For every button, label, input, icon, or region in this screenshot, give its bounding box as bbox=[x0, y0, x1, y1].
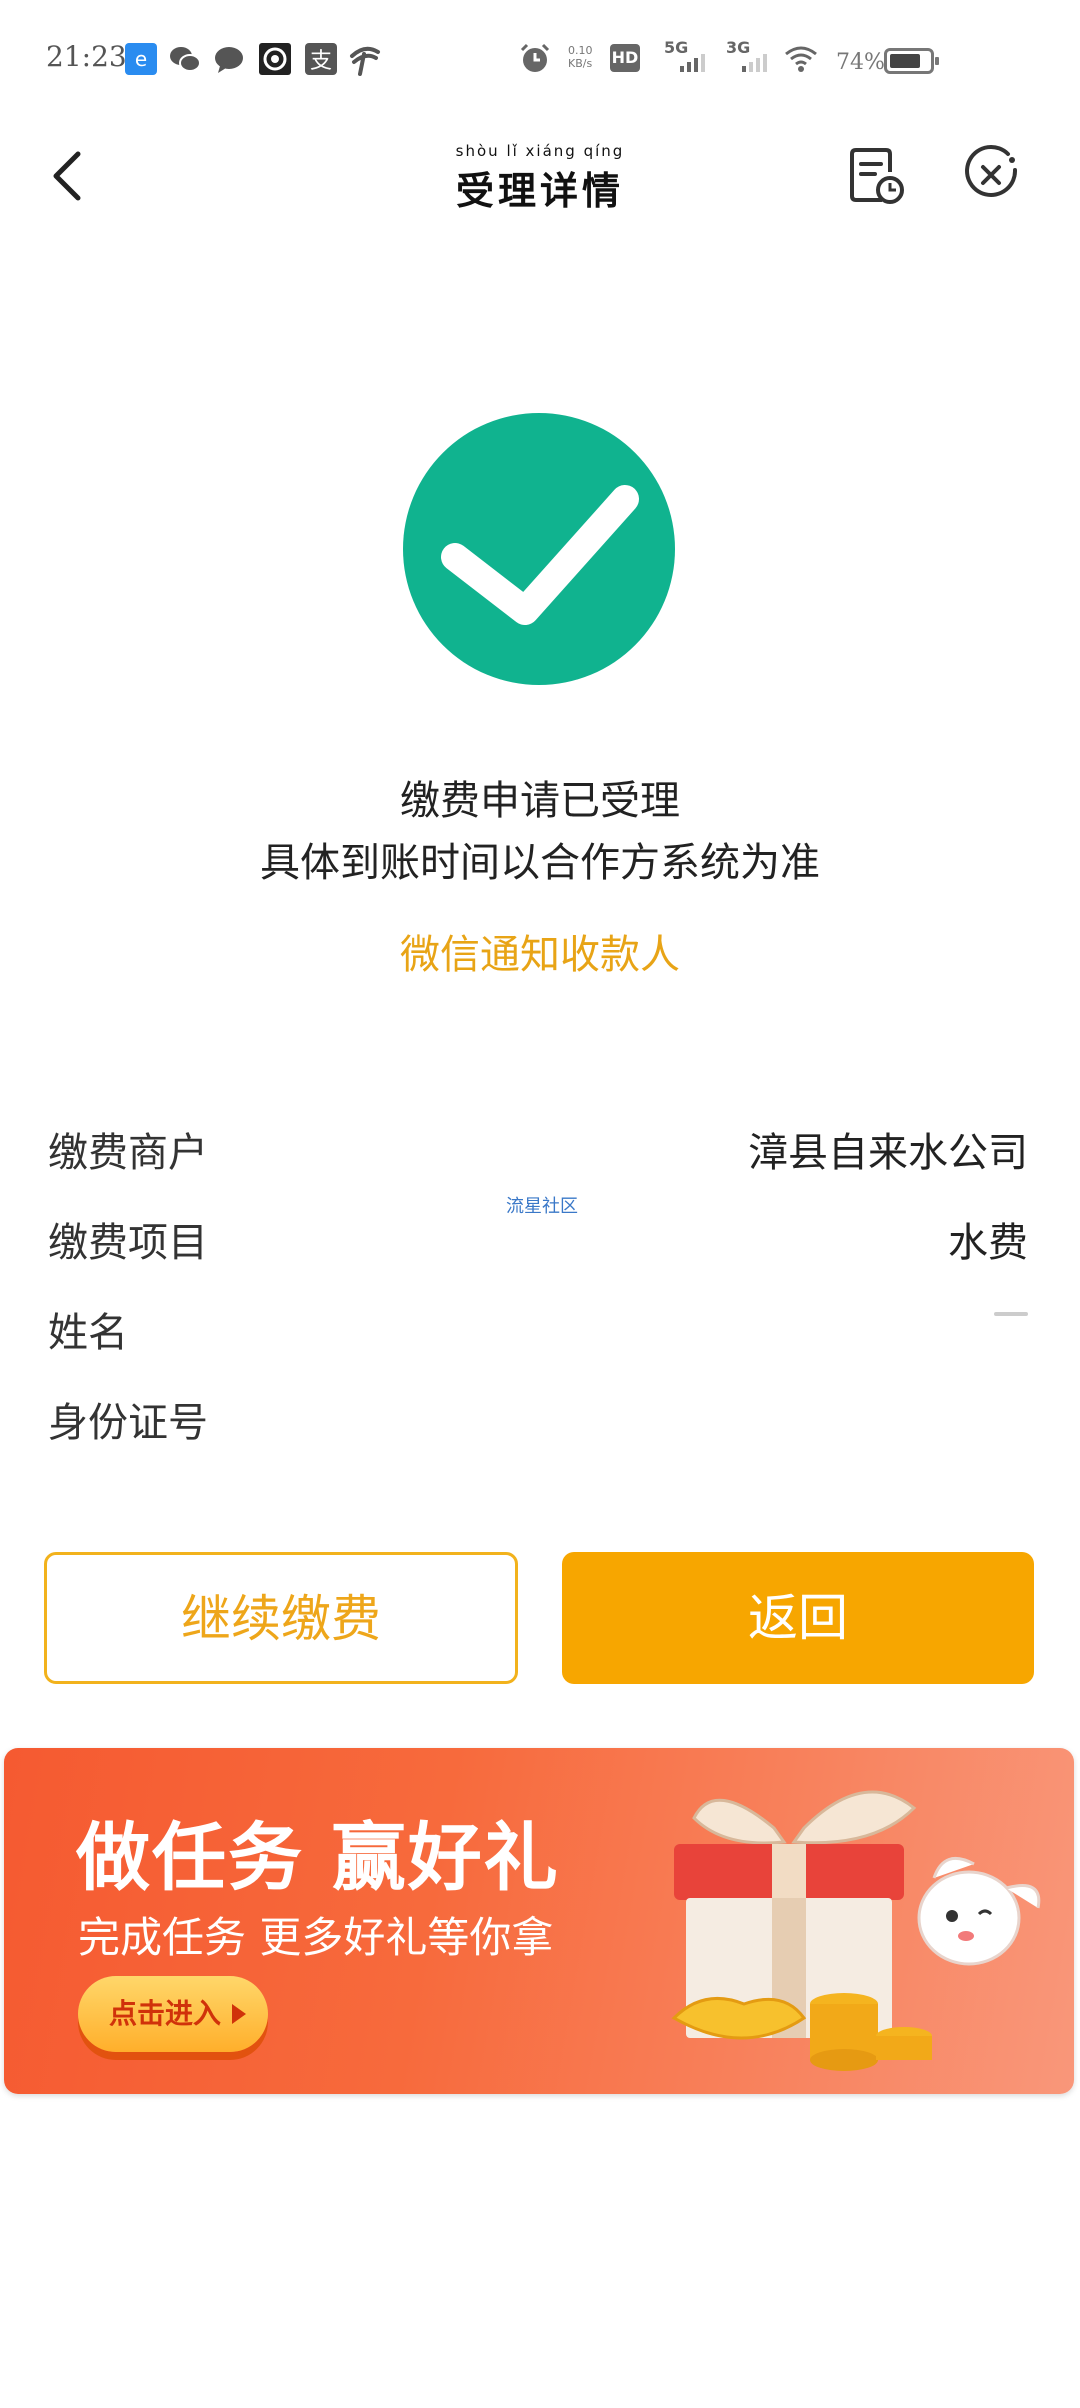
result-message: 缴费申请已受理 具体到账时间以合作方系统为准 bbox=[0, 770, 1080, 894]
detail-row-id: 身份证号 bbox=[48, 1380, 1028, 1470]
page-title-block: shòu lǐ xiáng qíng 受理详情 bbox=[0, 142, 1080, 215]
svg-text:e: e bbox=[135, 47, 147, 71]
hd-badge: HD bbox=[610, 44, 640, 72]
records-icon[interactable] bbox=[842, 140, 912, 210]
message-icon bbox=[215, 47, 243, 73]
detail-row-merchant: 缴费商户 漳县自来水公司 bbox=[48, 1110, 1028, 1200]
banner-title: 做任务 赢好礼 bbox=[76, 1815, 560, 1901]
app-e-icon: e bbox=[125, 43, 157, 75]
nav-bar: shòu lǐ xiáng qíng 受理详情 bbox=[0, 120, 1080, 230]
signal-5g-icon bbox=[680, 54, 705, 72]
notify-payee-link[interactable]: 微信通知收款人 bbox=[0, 922, 1080, 980]
continue-payment-button[interactable]: 继续缴费 bbox=[44, 1552, 518, 1684]
name-label: 姓名 bbox=[48, 1310, 128, 1356]
back-button[interactable]: 返回 bbox=[562, 1552, 1034, 1684]
merchant-value: 漳县自来水公司 bbox=[748, 1130, 1028, 1176]
result-line-2: 具体到账时间以合作方系统为准 bbox=[260, 840, 820, 886]
id-label: 身份证号 bbox=[48, 1400, 208, 1446]
net-speed: 0.10 KB/s bbox=[568, 44, 593, 70]
merchant-label: 缴费商户 bbox=[48, 1130, 208, 1176]
wifi-icon bbox=[785, 46, 817, 72]
payment-details: 缴费商户 漳县自来水公司 缴费项目 水费 姓名 身份证号 bbox=[48, 1110, 1028, 1470]
checkmark-icon bbox=[441, 485, 639, 625]
status-bar: 21:23 e 支 0.10 KB/s HD 5G 3G 74% bbox=[0, 0, 1080, 120]
item-label: 缴费项目 bbox=[48, 1220, 208, 1266]
battery-percent: 74% bbox=[836, 50, 885, 75]
watermark-text: 流星社区 bbox=[506, 1196, 578, 1217]
battery-icon bbox=[884, 48, 939, 74]
close-mini-program-icon[interactable] bbox=[956, 140, 1026, 210]
signal-3g-icon bbox=[742, 54, 767, 72]
masked-name bbox=[994, 1312, 1028, 1316]
banner-enter-button[interactable]: 点击进入 bbox=[78, 1976, 268, 2052]
result-line-1: 缴费申请已受理 bbox=[400, 778, 680, 824]
success-badge bbox=[403, 413, 675, 685]
status-time: 21:23 bbox=[46, 40, 127, 73]
page-title: 受理详情 bbox=[455, 168, 624, 213]
item-value: 水费 bbox=[948, 1220, 1028, 1266]
promo-banner[interactable]: 做任务 赢好礼 完成任务 更多好礼等你拿 点击进入 bbox=[4, 1748, 1074, 2094]
alarm-icon bbox=[520, 43, 550, 72]
alipay-icon: 支 bbox=[305, 43, 337, 75]
telecom-icon bbox=[350, 46, 380, 76]
detail-row-name: 姓名 bbox=[48, 1290, 1028, 1380]
wechat-icon bbox=[170, 47, 201, 72]
page-title-pinyin: shòu lǐ xiáng qíng bbox=[455, 142, 625, 160]
svg-text:支: 支 bbox=[310, 49, 332, 74]
banner-subtitle: 完成任务 更多好礼等你拿 bbox=[78, 1913, 554, 1962]
camera-app-icon bbox=[259, 43, 291, 75]
gift-box-illustration bbox=[671, 1790, 1041, 2071]
